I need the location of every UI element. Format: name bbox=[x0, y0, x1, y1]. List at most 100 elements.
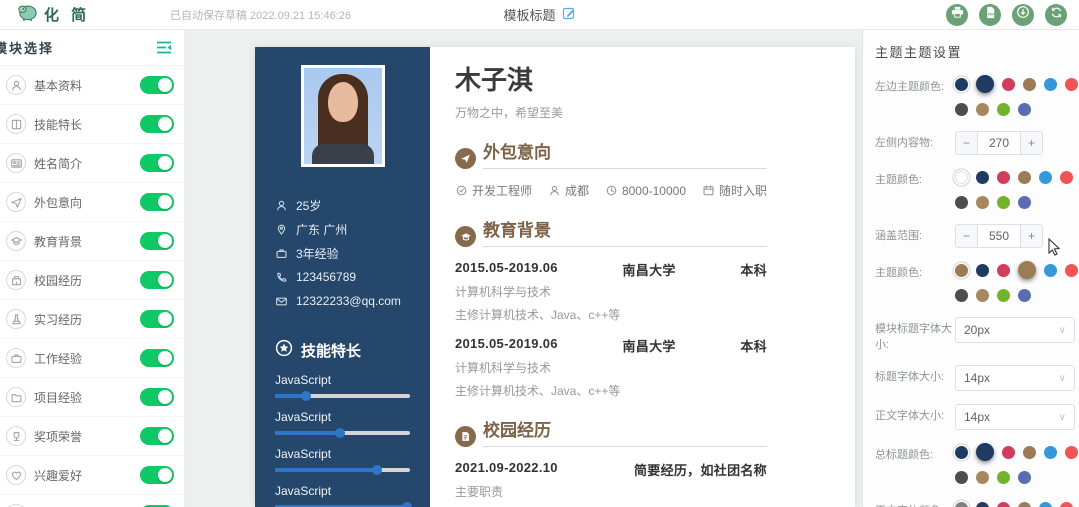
color-swatch[interactable] bbox=[955, 102, 968, 116]
color-swatch[interactable] bbox=[976, 263, 989, 277]
color-swatch[interactable] bbox=[1065, 445, 1078, 459]
skills-list[interactable]: JavaScript JavaScript JavaScript JavaScript bbox=[255, 373, 430, 507]
color-swatch[interactable] bbox=[997, 102, 1010, 116]
section-campus[interactable]: 校园经历 2021.09-2022.10简要经历，如社团名称主要职责经历描述20… bbox=[455, 416, 767, 507]
color-swatch[interactable] bbox=[1018, 261, 1036, 279]
module-item[interactable]: 姓名简介 bbox=[0, 144, 184, 183]
color-swatch[interactable] bbox=[1018, 195, 1031, 209]
color-swatch[interactable] bbox=[976, 195, 989, 209]
color-swatch[interactable] bbox=[1065, 263, 1078, 277]
module-toggle[interactable] bbox=[140, 154, 174, 172]
color-swatch[interactable] bbox=[976, 75, 994, 93]
skill-slider[interactable] bbox=[275, 428, 410, 438]
skill-slider[interactable] bbox=[275, 465, 410, 475]
resume-motto[interactable]: 万物之中，希望至美 bbox=[455, 104, 767, 121]
color-swatch[interactable] bbox=[955, 288, 968, 302]
current-color-swatch[interactable] bbox=[955, 170, 968, 184]
section-intent[interactable]: 外包意向 开发工程师 成都 8000-10000 随时入职 bbox=[455, 138, 767, 199]
color-swatch[interactable] bbox=[1060, 170, 1073, 184]
module-item[interactable]: 自我评价 bbox=[0, 495, 184, 507]
module-toggle[interactable] bbox=[140, 466, 174, 484]
color-swatch[interactable] bbox=[1044, 445, 1057, 459]
color-swatch[interactable] bbox=[1002, 77, 1015, 91]
color-swatch[interactable] bbox=[1044, 263, 1057, 277]
module-item[interactable]: 工作经验 bbox=[0, 339, 184, 378]
stepper-decrease-button[interactable]: − bbox=[956, 132, 978, 154]
select-dropdown[interactable]: 20px ∨ bbox=[955, 317, 1075, 343]
education-entry[interactable]: 2015.05-2019.06 南昌大学 本科 计算机科学与技术 主修计算机技术、Jav… bbox=[455, 336, 767, 399]
select-dropdown[interactable]: 14px ∨ bbox=[955, 365, 1075, 391]
module-item[interactable]: 校园经历 bbox=[0, 261, 184, 300]
current-color-swatch[interactable] bbox=[955, 501, 968, 507]
module-item[interactable]: 基本资料 bbox=[0, 66, 184, 105]
current-color-swatch[interactable] bbox=[955, 263, 968, 277]
color-swatch[interactable] bbox=[976, 288, 989, 302]
slider-knob[interactable] bbox=[301, 391, 311, 401]
slider-knob[interactable] bbox=[402, 502, 412, 507]
color-swatch[interactable] bbox=[1065, 77, 1078, 91]
color-swatch[interactable] bbox=[976, 470, 989, 484]
color-swatch[interactable] bbox=[976, 501, 989, 507]
stepper-increase-button[interactable]: + bbox=[1020, 132, 1042, 154]
reset-button[interactable] bbox=[1045, 3, 1067, 26]
contact-info[interactable]: 25岁 广东 广州 3年经验 123456789 12322233@qq.com bbox=[255, 193, 430, 313]
module-toggle[interactable] bbox=[140, 193, 174, 211]
campus-entry[interactable]: 2021.09-2022.10简要经历，如社团名称主要职责经历描述 bbox=[455, 460, 767, 507]
skill-item[interactable]: JavaScript bbox=[275, 447, 410, 475]
color-swatch[interactable] bbox=[997, 470, 1010, 484]
resume-name[interactable]: 木子淇 bbox=[455, 60, 767, 97]
color-swatch[interactable] bbox=[1039, 170, 1052, 184]
color-swatch[interactable] bbox=[1002, 445, 1015, 459]
module-item[interactable]: 技能特长 bbox=[0, 105, 184, 144]
current-color-swatch[interactable] bbox=[955, 445, 968, 459]
color-swatch[interactable] bbox=[976, 443, 994, 461]
education-entry[interactable]: 2015.05-2019.06 南昌大学 本科 计算机科学与技术 主修计算机技术、Jav… bbox=[455, 260, 767, 323]
stepper-value[interactable]: 270 bbox=[978, 132, 1020, 154]
module-toggle[interactable] bbox=[140, 388, 174, 406]
color-swatch[interactable] bbox=[997, 195, 1010, 209]
color-swatch[interactable] bbox=[1018, 288, 1031, 302]
color-swatch[interactable] bbox=[997, 501, 1010, 507]
color-swatch[interactable] bbox=[955, 470, 968, 484]
profile-photo[interactable] bbox=[300, 65, 385, 167]
current-color-swatch[interactable] bbox=[955, 77, 968, 91]
stepper-decrease-button[interactable]: − bbox=[956, 225, 978, 247]
brand[interactable]: 化 简 bbox=[16, 2, 90, 27]
section-education[interactable]: 教育背景 2015.05-2019.06 南昌大学 本科 计算机科学与技术 主修计算机技… bbox=[455, 216, 767, 399]
color-swatch[interactable] bbox=[997, 288, 1010, 302]
color-swatch[interactable] bbox=[1039, 501, 1052, 507]
collapse-sidebar-icon[interactable] bbox=[156, 40, 172, 55]
skill-item[interactable]: JavaScript bbox=[275, 410, 410, 438]
module-item[interactable]: 教育背景 bbox=[0, 222, 184, 261]
skill-item[interactable]: JavaScript bbox=[275, 373, 410, 401]
stepper-increase-button[interactable]: + bbox=[1020, 225, 1042, 247]
slider-knob[interactable] bbox=[372, 465, 382, 475]
download-button[interactable] bbox=[1012, 3, 1034, 26]
skill-slider[interactable] bbox=[275, 391, 410, 401]
slider-knob[interactable] bbox=[335, 428, 345, 438]
module-toggle[interactable] bbox=[140, 427, 174, 445]
module-toggle[interactable] bbox=[140, 76, 174, 94]
color-swatch[interactable] bbox=[1023, 77, 1036, 91]
module-item[interactable]: 兴趣爱好 bbox=[0, 456, 184, 495]
color-swatch[interactable] bbox=[1044, 77, 1057, 91]
color-swatch[interactable] bbox=[1018, 501, 1031, 507]
color-swatch[interactable] bbox=[976, 170, 989, 184]
color-swatch[interactable] bbox=[976, 102, 989, 116]
stepper-value[interactable]: 550 bbox=[978, 225, 1020, 247]
module-item[interactable]: 项目经验 bbox=[0, 378, 184, 417]
module-item[interactable]: 外包意向 bbox=[0, 183, 184, 222]
module-toggle[interactable] bbox=[140, 115, 174, 133]
color-swatch[interactable] bbox=[1018, 102, 1031, 116]
export-pdf-button[interactable]: PDF bbox=[979, 3, 1001, 26]
module-toggle[interactable] bbox=[140, 349, 174, 367]
select-dropdown[interactable]: 14px ∨ bbox=[955, 404, 1075, 430]
module-item[interactable]: 奖项荣誉 bbox=[0, 417, 184, 456]
print-button[interactable] bbox=[946, 3, 968, 26]
color-swatch[interactable] bbox=[1060, 501, 1073, 507]
edit-title-icon[interactable] bbox=[562, 6, 576, 23]
module-toggle[interactable] bbox=[140, 271, 174, 289]
color-swatch[interactable] bbox=[997, 170, 1010, 184]
color-swatch[interactable] bbox=[1023, 445, 1036, 459]
module-toggle[interactable] bbox=[140, 310, 174, 328]
